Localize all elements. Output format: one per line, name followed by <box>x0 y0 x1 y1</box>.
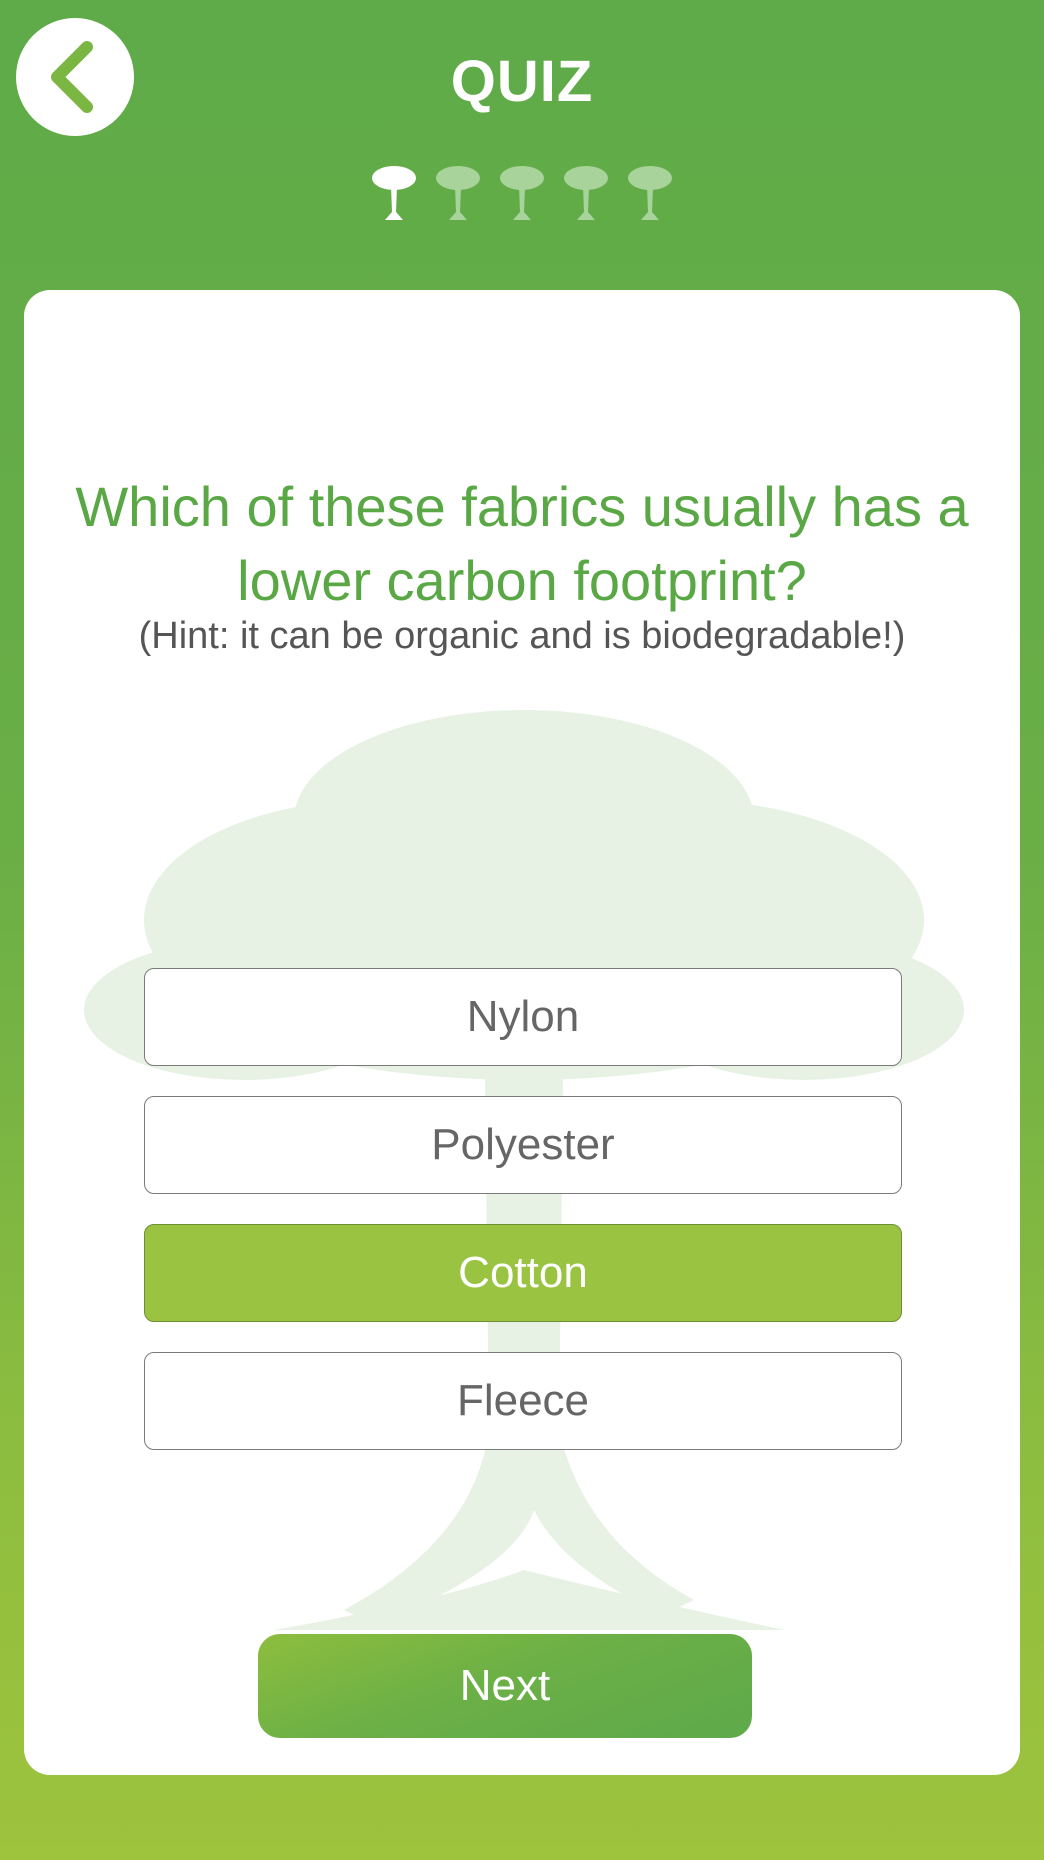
quiz-card: Which of these fabrics usually has a low… <box>24 290 1020 1775</box>
option-fleece[interactable]: Fleece <box>144 1352 902 1450</box>
tree-icon <box>564 166 608 220</box>
answer-options: Nylon Polyester Cotton Fleece <box>144 968 902 1480</box>
hint-text: (Hint: it can be organic and is biodegra… <box>138 615 906 657</box>
option-cotton[interactable]: Cotton <box>144 1224 902 1322</box>
option-nylon[interactable]: Nylon <box>144 968 902 1066</box>
option-polyester[interactable]: Polyester <box>144 1096 902 1194</box>
next-button[interactable]: Next <box>258 1634 752 1738</box>
page-title: QUIZ <box>450 49 594 114</box>
progress-indicator <box>0 162 1044 222</box>
tree-icon <box>500 166 544 220</box>
tree-icon <box>628 166 672 220</box>
tree-icon <box>372 166 416 220</box>
tree-icon <box>436 166 480 220</box>
question-text: Which of these fabrics usually has a low… <box>75 475 969 612</box>
